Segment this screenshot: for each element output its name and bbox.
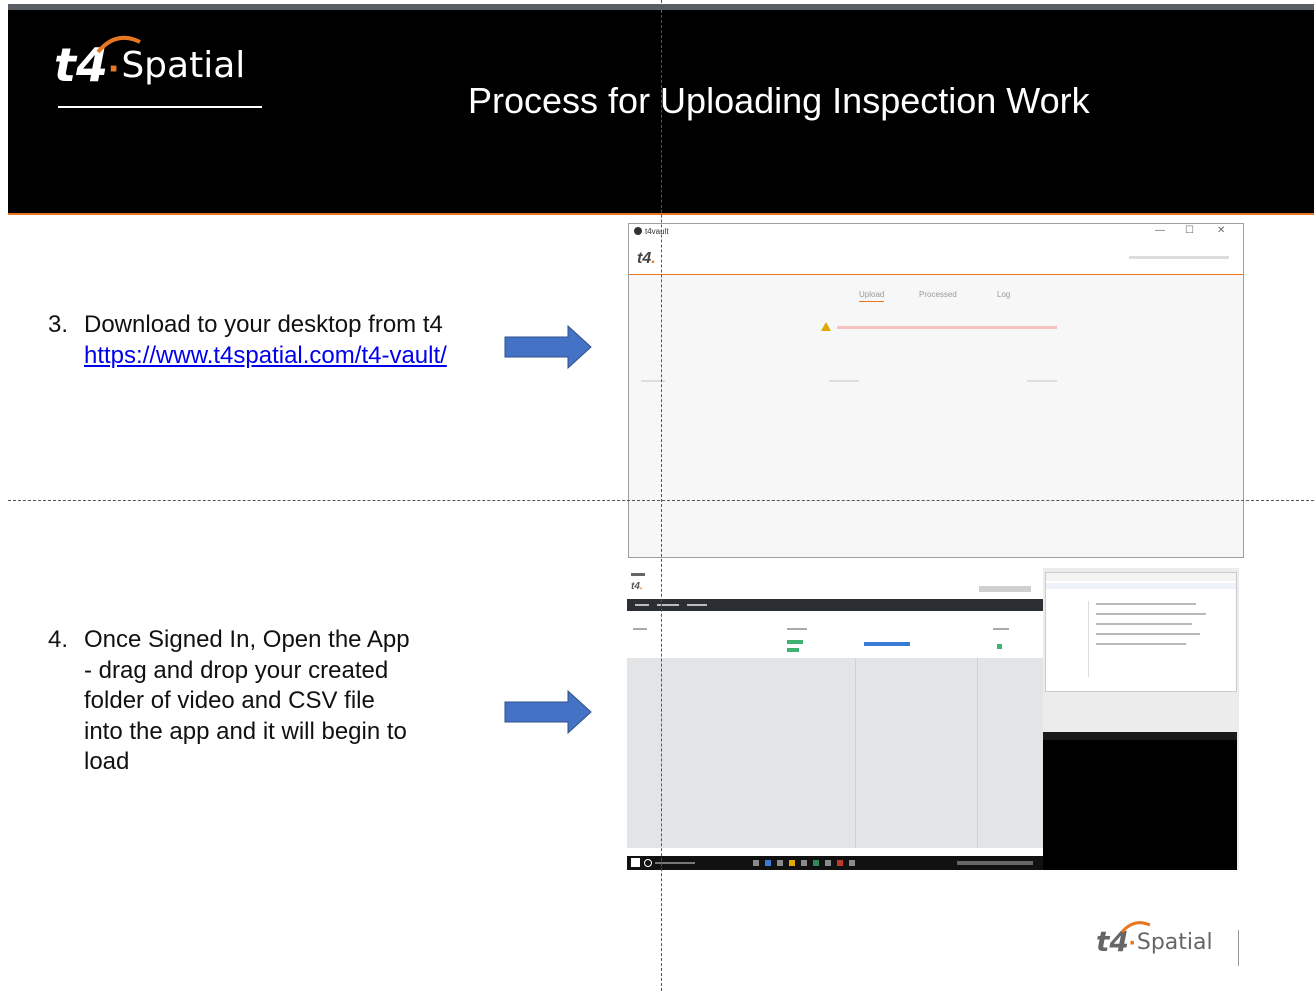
step-4-line-2: - drag and drop your created bbox=[84, 657, 389, 684]
window-titlebar: t4vault — ☐ ✕ bbox=[629, 224, 1243, 240]
grid-line bbox=[977, 658, 978, 848]
taskbar-app-icon[interactable] bbox=[789, 860, 795, 866]
taskbar-app-icon[interactable] bbox=[765, 860, 771, 866]
column-header bbox=[633, 628, 647, 630]
header-logo: t4 · Spatial bbox=[54, 38, 245, 92]
explorer-sidebar bbox=[1058, 601, 1089, 677]
vault-app-screenshot: t4vault — ☐ ✕ t4. Upload Processed Log bbox=[628, 223, 1244, 558]
tab-log[interactable]: Log bbox=[997, 290, 1010, 299]
column-header bbox=[1027, 380, 1057, 382]
app-logo-dot: . bbox=[651, 250, 656, 267]
explorer-titlebar bbox=[1046, 573, 1236, 581]
step-4-line-1: Once Signed In, Open the App bbox=[84, 626, 410, 653]
step-4-line-4: into the app and it will begin to bbox=[84, 718, 407, 745]
app-logo-dot: . bbox=[639, 581, 643, 592]
column-header bbox=[787, 628, 807, 630]
app-logo-t4: t4 bbox=[631, 581, 640, 592]
warning-message bbox=[837, 326, 1057, 329]
user-menu[interactable] bbox=[1129, 256, 1229, 259]
header-logo-underline bbox=[58, 106, 262, 108]
drop-area[interactable] bbox=[627, 658, 1043, 848]
footer-logo-dot: · bbox=[1128, 930, 1137, 957]
column-header bbox=[993, 628, 1009, 630]
column-header bbox=[829, 380, 859, 382]
file-row[interactable] bbox=[1096, 613, 1206, 615]
taskbar-app-icon[interactable] bbox=[849, 860, 855, 866]
file-row[interactable] bbox=[1096, 643, 1186, 645]
console-window bbox=[1043, 732, 1237, 870]
step-3-number: 3. bbox=[48, 311, 69, 338]
footer-logo-spatial: Spatial bbox=[1136, 930, 1213, 955]
window-title: t4vault bbox=[645, 227, 669, 236]
file-row[interactable] bbox=[1096, 623, 1192, 625]
explorer-ribbon bbox=[1046, 583, 1236, 589]
taskbar-app-icon[interactable] bbox=[837, 860, 843, 866]
step-3-text: Download to your desktop from t4 bbox=[84, 311, 443, 338]
right-arrow-icon bbox=[504, 690, 592, 734]
close-icon[interactable]: ✕ bbox=[1217, 225, 1225, 236]
minimize-icon[interactable]: — bbox=[1155, 225, 1165, 236]
vault-app-window: t4. bbox=[627, 568, 1043, 858]
warning-icon bbox=[821, 322, 831, 331]
footer-logo: t4 · Spatial bbox=[1096, 925, 1213, 958]
footer-logo-swoosh-icon bbox=[1120, 921, 1151, 934]
page-title: Process for Uploading Inspection Work bbox=[468, 80, 1090, 121]
system-tray bbox=[957, 861, 1033, 865]
windows-start-icon[interactable] bbox=[631, 858, 640, 867]
taskbar-app-icon[interactable] bbox=[753, 860, 759, 866]
t4-vault-link[interactable]: https://www.t4spatial.com/t4-vault/ bbox=[84, 340, 447, 371]
header-logo-swoosh-icon bbox=[96, 35, 141, 54]
console-titlebar bbox=[1043, 732, 1237, 740]
app-logo: t4. bbox=[637, 250, 656, 268]
app-logo: t4. bbox=[631, 581, 643, 592]
taskbar bbox=[627, 856, 1043, 870]
app-logo-t4: t4 bbox=[637, 250, 652, 267]
right-arrow-icon bbox=[504, 325, 592, 369]
file-explorer-window bbox=[1045, 572, 1237, 692]
file-row[interactable] bbox=[1096, 603, 1196, 605]
progress-bar bbox=[864, 642, 910, 646]
tab-upload[interactable]: Upload bbox=[859, 290, 885, 302]
user-menu[interactable] bbox=[979, 586, 1031, 592]
status-icon bbox=[997, 644, 1002, 649]
taskbar-app-icon[interactable] bbox=[801, 860, 807, 866]
taskbar-app-icon[interactable] bbox=[777, 860, 783, 866]
footer-divider bbox=[1238, 930, 1239, 966]
vertical-guide-line bbox=[661, 0, 662, 991]
app-title bbox=[631, 573, 645, 576]
step-4-number: 4. bbox=[48, 626, 69, 653]
grid-line bbox=[855, 658, 856, 848]
status-badge bbox=[787, 648, 799, 652]
status-badge bbox=[787, 640, 803, 644]
tab-processed[interactable]: Processed bbox=[919, 290, 957, 299]
nav-item[interactable] bbox=[687, 604, 707, 606]
app-bar: t4. bbox=[629, 240, 1243, 275]
maximize-icon[interactable]: ☐ bbox=[1185, 225, 1194, 236]
app-icon bbox=[634, 227, 642, 235]
taskbar-app-icon[interactable] bbox=[825, 860, 831, 866]
step-4-line-3: folder of video and CSV file bbox=[84, 687, 375, 714]
nav-item[interactable] bbox=[635, 604, 649, 606]
desktop-drag-drop-screenshot: t4. bbox=[627, 568, 1239, 870]
step-4-line-5: load bbox=[84, 748, 130, 775]
taskbar-app-icon[interactable] bbox=[813, 860, 819, 866]
app-nav bbox=[627, 599, 1043, 611]
search-icon[interactable] bbox=[644, 859, 652, 867]
file-row[interactable] bbox=[1096, 633, 1200, 635]
